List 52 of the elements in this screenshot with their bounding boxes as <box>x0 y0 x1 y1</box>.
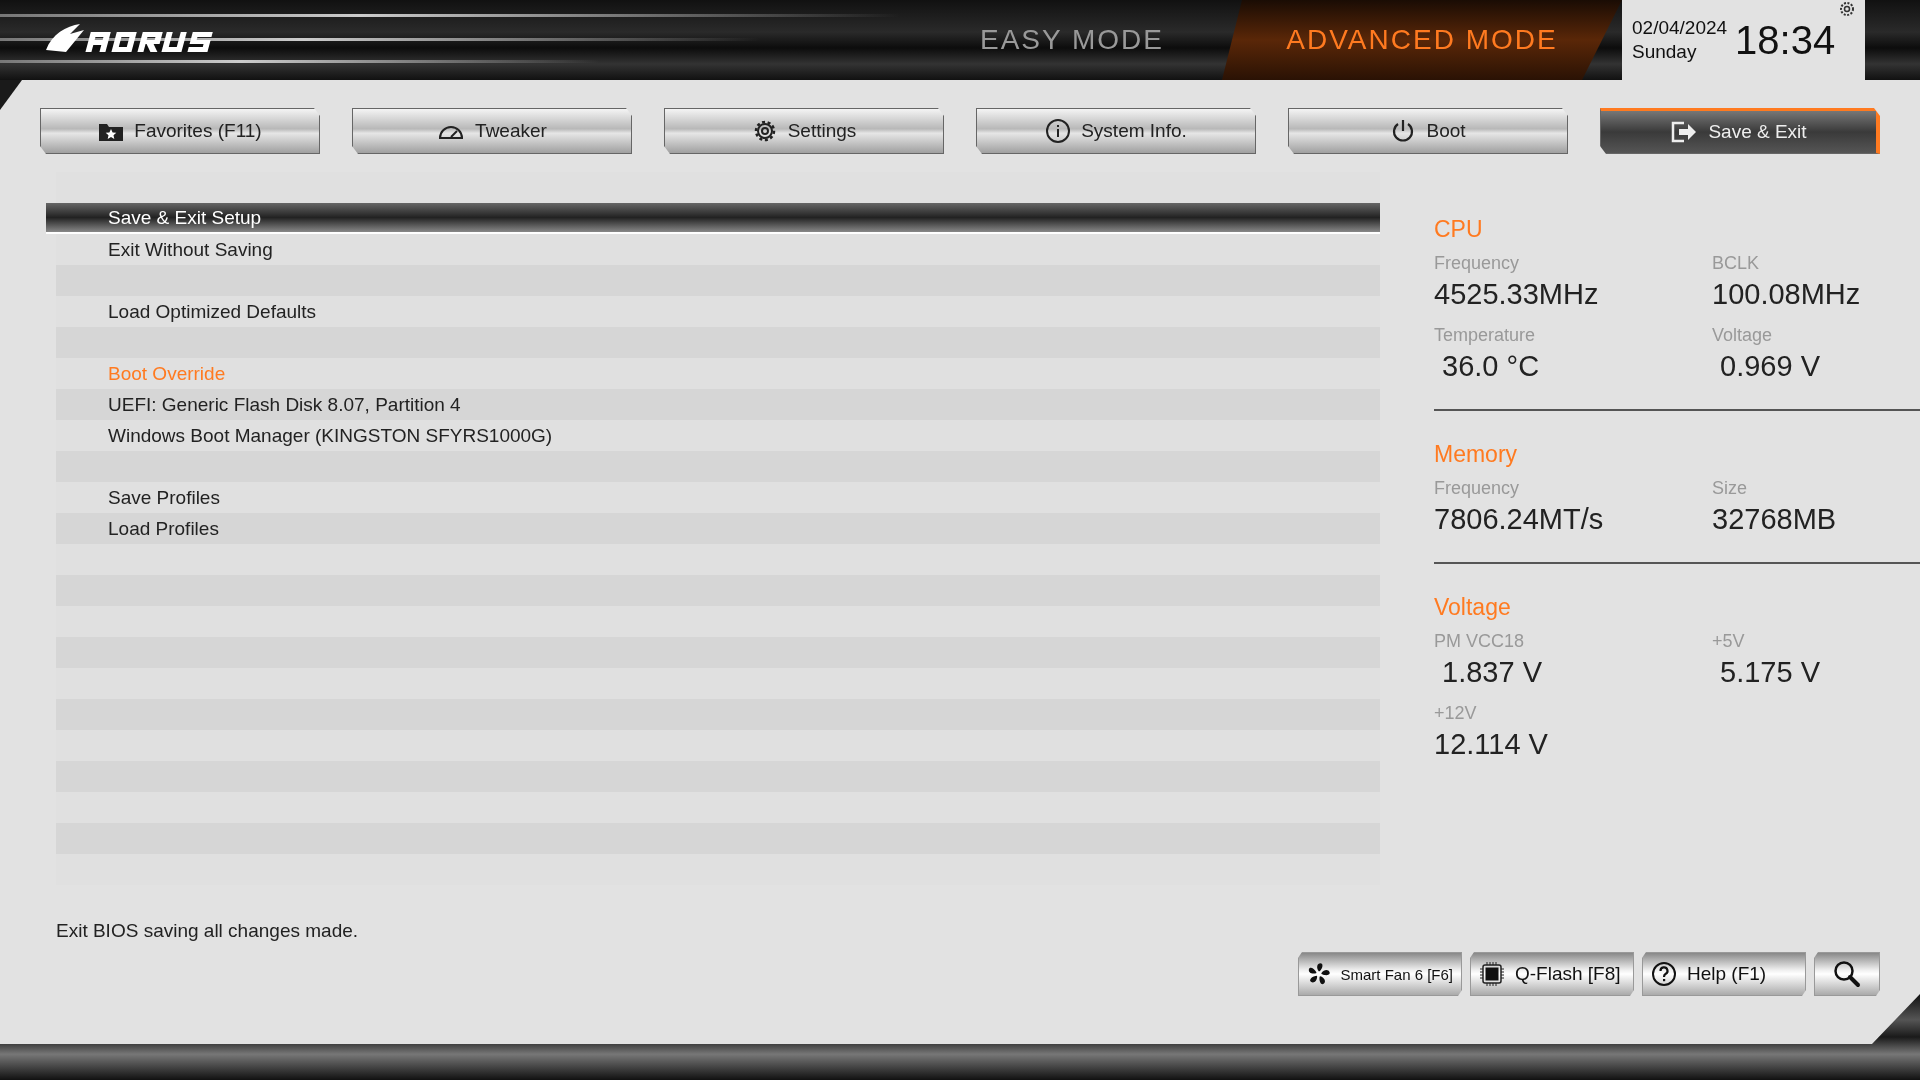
nav-tab[interactable]: Boot <box>1288 108 1568 154</box>
help-icon <box>1651 961 1677 987</box>
reading-value: 32768MB <box>1712 503 1838 536</box>
reading-value: 5.175 V <box>1719 656 1822 689</box>
panel-heading: Voltage <box>1434 594 1512 621</box>
search-icon <box>1832 959 1862 989</box>
menu-item[interactable]: Load Profiles <box>56 513 1380 544</box>
shortcut-button[interactable]: Help (F1) <box>1642 952 1806 996</box>
reading-label: Frequency <box>1434 478 1521 499</box>
menu-item[interactable]: Exit Without Saving <box>56 234 1380 265</box>
menu-item[interactable]: Save Profiles <box>56 482 1380 513</box>
nav-tab[interactable]: Favorites (F11) <box>40 108 320 154</box>
section-heading: Boot Override <box>108 362 226 385</box>
mode-tab[interactable]: ADVANCED MODE <box>1222 0 1622 80</box>
panel-heading: Memory <box>1434 441 1519 468</box>
reading-label: Frequency <box>1434 253 1521 274</box>
reading-label: +12V <box>1434 703 1478 724</box>
menu-item[interactable]: Save & Exit Setup <box>46 203 1380 234</box>
reading-value: 0.969 V <box>1719 350 1822 383</box>
day-text: Sunday <box>1632 41 1698 63</box>
reading-label: Voltage <box>1712 325 1774 346</box>
date-text: 02/04/2024 <box>1632 17 1728 39</box>
reading-value: 12.114 V <box>1434 728 1549 761</box>
nav-tab[interactable]: Save & Exit <box>1600 108 1880 154</box>
reading-value: 4525.33MHz <box>1434 278 1600 311</box>
info-icon <box>1045 118 1072 144</box>
reading-label: Size <box>1712 478 1748 499</box>
reading-label: +5V <box>1712 631 1746 652</box>
panel-heading: CPU <box>1434 216 1484 243</box>
menu-item[interactable]: Windows Boot Manager (KINGSTON SFYRS1000G) <box>56 420 1380 451</box>
reading-value: 36.0 °C <box>1441 350 1541 383</box>
exit-icon <box>1670 119 1699 145</box>
reading-label: PM VCC18 <box>1434 631 1526 652</box>
chip-icon <box>1479 961 1505 987</box>
menu-item[interactable]: UEFI: Generic Flash Disk 8.07, Partition 4 <box>56 389 1380 420</box>
menu-item[interactable]: Load Optimized Defaults <box>56 296 1380 327</box>
reading-label: BCLK <box>1712 253 1761 274</box>
shortcut-button[interactable]: Smart Fan 6 [F6] <box>1298 952 1462 996</box>
nav-tab[interactable]: System Info. <box>976 108 1256 154</box>
reading-value: 100.08MHz <box>1712 278 1862 311</box>
nav-tab[interactable]: Settings <box>664 108 944 154</box>
shortcut-button[interactable]: Q-Flash [F8] <box>1470 952 1634 996</box>
clock-time: 18:34 <box>1735 17 1836 63</box>
reading-label: Temperature <box>1434 325 1537 346</box>
nav-tab[interactable]: Tweaker <box>352 108 632 154</box>
search-button[interactable] <box>1814 952 1880 996</box>
reading-value: 7806.24MT/s <box>1434 503 1605 536</box>
help-description: Exit BIOS saving all changes made. <box>56 920 359 942</box>
reading-value: 1.837 V <box>1441 656 1544 689</box>
fan-icon <box>1307 961 1331 987</box>
settings-icon[interactable] <box>1839 1 1856 17</box>
mode-tab[interactable]: EASY MODE <box>922 0 1222 80</box>
